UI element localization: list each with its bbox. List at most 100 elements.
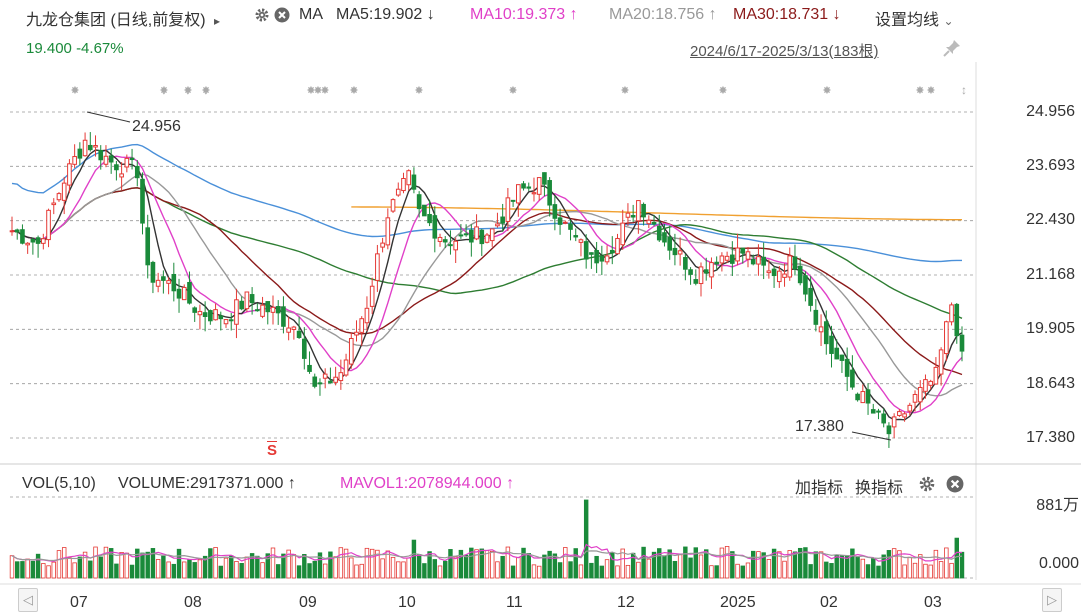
volume-bar bbox=[155, 559, 161, 579]
volume-bar bbox=[239, 562, 244, 579]
volume-bar bbox=[714, 565, 719, 579]
scroll-left-button[interactable]: ◁ bbox=[18, 588, 38, 612]
candle-body bbox=[103, 155, 109, 165]
close-icon[interactable] bbox=[946, 475, 964, 498]
candle-body bbox=[343, 359, 349, 376]
volume-bar bbox=[416, 554, 422, 579]
volume-bar bbox=[891, 548, 897, 579]
candle-body bbox=[797, 265, 803, 284]
candle-body bbox=[260, 304, 265, 317]
candle-body bbox=[536, 177, 542, 195]
volume-bar bbox=[850, 548, 855, 579]
event-dot: ✸ bbox=[926, 85, 935, 97]
candle-body bbox=[364, 307, 370, 324]
candle-body bbox=[338, 372, 344, 382]
candle-body bbox=[124, 157, 130, 168]
candle-body bbox=[249, 294, 255, 304]
volume-bar bbox=[495, 561, 500, 579]
volume-bar bbox=[93, 546, 98, 579]
volume-bar bbox=[928, 564, 933, 579]
volume-bar bbox=[197, 559, 203, 579]
candle-body bbox=[354, 331, 359, 336]
volume-bar bbox=[704, 549, 709, 579]
candle-body bbox=[265, 301, 271, 313]
volume-bar bbox=[662, 555, 667, 579]
candle-body bbox=[589, 252, 594, 255]
candle-body bbox=[14, 229, 20, 233]
candle-body bbox=[119, 173, 124, 178]
volume-bar bbox=[322, 563, 328, 579]
candle-body bbox=[703, 269, 709, 274]
candle-body bbox=[829, 335, 834, 354]
volume-bar bbox=[364, 547, 370, 579]
scroll-right-button[interactable]: ▷ bbox=[1042, 588, 1062, 612]
candle-body bbox=[865, 389, 871, 404]
event-marker[interactable]: S bbox=[267, 442, 277, 459]
candle-body bbox=[380, 242, 385, 248]
volume-bar bbox=[406, 557, 411, 579]
candle-body bbox=[651, 221, 657, 225]
volume-bar bbox=[860, 558, 866, 579]
candle-body bbox=[630, 215, 636, 218]
volume-bar bbox=[307, 563, 312, 579]
volume-bar bbox=[422, 563, 427, 579]
volume-bar bbox=[871, 557, 876, 579]
switch-indicator-button[interactable]: 换指标 bbox=[855, 474, 903, 498]
volume-bar bbox=[396, 561, 401, 579]
candle-body bbox=[761, 256, 766, 266]
candle-body bbox=[77, 148, 83, 159]
ma10-line bbox=[11, 155, 963, 414]
candle-body bbox=[876, 410, 881, 413]
volume-bar bbox=[114, 563, 119, 579]
volume-bar bbox=[944, 547, 949, 579]
candle-body bbox=[928, 380, 933, 386]
candle-body bbox=[599, 255, 605, 262]
volume-bar bbox=[912, 562, 918, 579]
volume-axis-zero: 0.000 bbox=[1038, 555, 1079, 572]
candle-body bbox=[67, 163, 72, 186]
candle-body bbox=[427, 213, 432, 224]
gear-icon[interactable] bbox=[918, 475, 936, 498]
candle-body bbox=[61, 182, 67, 201]
candle-body bbox=[646, 219, 652, 225]
candle-body bbox=[568, 223, 573, 230]
candle-body bbox=[495, 223, 500, 227]
volume-title: VOL(5,10) bbox=[22, 475, 96, 492]
volume-bar bbox=[354, 564, 359, 579]
volume-bar bbox=[328, 551, 333, 579]
volume-bar bbox=[474, 549, 479, 579]
candle-body bbox=[505, 197, 511, 222]
candle-body bbox=[369, 285, 375, 307]
candle-body bbox=[134, 166, 140, 179]
candle-body bbox=[474, 226, 479, 240]
volume-bar bbox=[234, 561, 239, 579]
x-axis-label: 09 bbox=[299, 594, 317, 611]
candle-body bbox=[469, 229, 474, 243]
candle-body bbox=[244, 291, 250, 310]
candle-body bbox=[93, 145, 98, 148]
candle-body bbox=[766, 270, 772, 274]
add-indicator-button[interactable]: 加指标 bbox=[795, 474, 843, 498]
volume-bar bbox=[56, 550, 62, 579]
candle-body bbox=[656, 225, 662, 241]
volume-bar bbox=[255, 555, 260, 579]
candle-body bbox=[944, 321, 949, 355]
volume-bar bbox=[213, 547, 218, 579]
candle-body bbox=[615, 237, 620, 255]
candle-body bbox=[437, 236, 443, 242]
volume-bar bbox=[500, 555, 505, 579]
event-arrow: ↕ bbox=[961, 83, 967, 97]
volume-bar bbox=[792, 551, 798, 579]
volume-bar bbox=[20, 561, 25, 579]
volume-bar bbox=[208, 548, 213, 579]
volume-bar bbox=[641, 546, 646, 579]
price-chart[interactable]: ✸ ✸ ✸ ✸ ✸✸✸ ✸ ✸ ✸ ✸ ✸ ✸ ✸ ✸↕ ↕ ↕ ↕ bbox=[0, 0, 1081, 616]
volume-bar bbox=[88, 560, 93, 579]
candle-body bbox=[907, 404, 913, 412]
volume-bar bbox=[824, 561, 829, 579]
volume-bar bbox=[25, 558, 30, 579]
volume-axis-max: 881万 bbox=[1036, 497, 1079, 514]
candle-body bbox=[114, 164, 119, 171]
volume-bar bbox=[463, 554, 469, 579]
volume-bar bbox=[568, 561, 573, 579]
